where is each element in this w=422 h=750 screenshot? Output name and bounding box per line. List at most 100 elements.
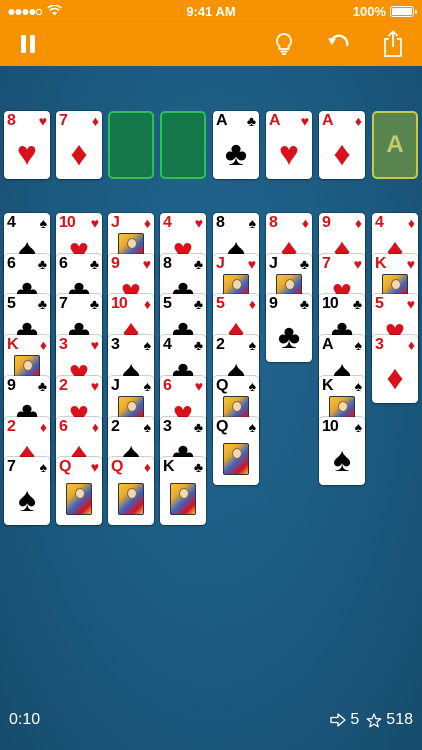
card-rank: 6 <box>163 376 172 394</box>
face-card-art <box>223 442 249 475</box>
face-card-art <box>118 483 144 516</box>
toolbar <box>0 22 422 66</box>
face-card-art <box>66 483 92 516</box>
card-suit-small: ♦ <box>407 215 415 231</box>
card-suit-small: ♥ <box>194 215 203 231</box>
tableau-card[interactable]: 7 ♠ ♠ <box>4 457 50 526</box>
card-suit-small: ♦ <box>248 296 256 313</box>
card-rank: 8 <box>216 214 225 231</box>
card-rank: 4 <box>163 214 172 231</box>
card-rank: 4 <box>375 214 384 231</box>
card-suit-small: ♥ <box>194 377 203 394</box>
card-rank: 6 <box>59 254 68 272</box>
battery-percent: 100% <box>352 4 386 19</box>
pause-button[interactable] <box>13 29 43 59</box>
timer: 0:10 <box>9 711 41 728</box>
foundation-card[interactable]: A ♥ ♥ <box>266 111 312 179</box>
card-rank: 7 <box>322 254 331 272</box>
card-rank: 9 <box>322 214 331 231</box>
tableau-card[interactable]: Q ♦ <box>108 457 154 526</box>
card-suit-small: ♠ <box>354 377 362 394</box>
card-suit-small: ♠ <box>248 418 256 435</box>
card-rank: A <box>322 112 334 129</box>
card-suit-small: ♣ <box>299 296 309 313</box>
card-suit-small: ♠ <box>143 418 151 435</box>
card-rank: 8 <box>7 112 16 129</box>
card-suit-small: ♥ <box>353 255 362 272</box>
foundation-placeholder-label: A <box>386 131 404 158</box>
card-rank: 5 <box>216 295 225 313</box>
empty-free-cell[interactable] <box>160 111 206 179</box>
card-suit-small: ♠ <box>143 337 151 354</box>
empty-free-cell[interactable] <box>108 111 154 179</box>
tableau-card[interactable]: 3 ♦ ♦ <box>372 335 418 404</box>
card-suit-small: ♥ <box>90 337 99 354</box>
card-suit-large: ♣ <box>277 318 301 357</box>
arrow-right-icon <box>330 713 347 727</box>
card-rank: 4 <box>7 214 16 231</box>
card-suit-small: ♣ <box>37 377 47 394</box>
card-rank: 5 <box>375 295 384 313</box>
pause-icon <box>21 35 35 53</box>
card-suit-small: ♠ <box>248 337 256 354</box>
tableau-card[interactable]: 9 ♣ ♣ <box>266 294 312 363</box>
card-rank: 10 <box>111 295 128 313</box>
card-suit-small: ♦ <box>39 418 47 435</box>
card-rank: 2 <box>111 417 120 435</box>
card-rank: J <box>269 254 278 272</box>
card-suit-small: ♠ <box>39 459 47 476</box>
card-rank: 4 <box>163 336 172 354</box>
card-suit-small: ♥ <box>247 255 256 272</box>
card-suit-small: ♠ <box>248 215 256 231</box>
card-suit-small: ♠ <box>354 418 362 435</box>
foundation-card[interactable]: A ♦ ♦ <box>319 111 365 179</box>
free-cell-card[interactable]: 8 ♥ ♥ <box>4 111 50 179</box>
card-suit-small: ♥ <box>90 215 99 231</box>
card-rank: 7 <box>59 295 68 313</box>
card-rank: K <box>322 376 334 394</box>
foundation-card[interactable]: A ♣ ♣ <box>213 111 259 179</box>
card-rank: 8 <box>163 254 172 272</box>
face-card-art <box>170 483 196 516</box>
card-suit-small: ♦ <box>143 296 151 313</box>
card-rank: 9 <box>7 376 16 394</box>
card-suit-small: ♣ <box>193 296 203 313</box>
card-rank: 5 <box>7 295 16 313</box>
card-suit-small: ♠ <box>354 337 362 354</box>
card-suit-small: ♣ <box>193 418 203 435</box>
card-rank: 7 <box>7 458 16 476</box>
card-suit-small: ♥ <box>90 459 99 476</box>
score: 518 <box>386 711 413 728</box>
card-suit-large: ♦ <box>333 135 351 173</box>
card-suit-small: ♥ <box>406 296 415 313</box>
card-rank: 8 <box>269 214 278 231</box>
card-rank: K <box>7 336 19 354</box>
card-rank: 6 <box>59 417 68 435</box>
share-icon <box>384 30 402 57</box>
empty-foundation[interactable]: A <box>372 111 418 179</box>
card-rank: Q <box>216 417 228 435</box>
hint-button[interactable] <box>269 29 299 59</box>
card-suit-small: ♦ <box>407 337 415 354</box>
card-suit-small: ♠ <box>39 215 47 231</box>
free-cell-card[interactable]: 7 ♦ ♦ <box>56 111 102 179</box>
card-suit-small: ♦ <box>143 215 151 231</box>
card-suit-large: ♠ <box>17 481 37 520</box>
card-suit-small: ♣ <box>193 459 203 476</box>
card-suit-small: ♣ <box>352 296 362 313</box>
tableau-card[interactable]: Q ♥ <box>56 457 102 526</box>
card-suit-large: ♠ <box>332 440 352 479</box>
card-suit-small: ♦ <box>354 113 362 129</box>
move-score-stats: 5 518 <box>330 711 413 729</box>
share-button[interactable] <box>378 29 408 59</box>
tableau-card[interactable]: Q ♠ <box>213 416 259 485</box>
card-suit-small: ♥ <box>90 377 99 394</box>
card-suit-small: ♥ <box>300 113 309 129</box>
card-suit-small: ♣ <box>193 337 203 354</box>
tableau-card[interactable]: 10 ♠ ♠ <box>319 416 365 485</box>
card-suit-small: ♦ <box>143 459 151 476</box>
tableau-card[interactable]: K ♣ <box>160 457 206 526</box>
card-suit-small: ♣ <box>299 255 309 272</box>
card-rank: 2 <box>216 336 225 354</box>
undo-button[interactable] <box>324 29 354 59</box>
